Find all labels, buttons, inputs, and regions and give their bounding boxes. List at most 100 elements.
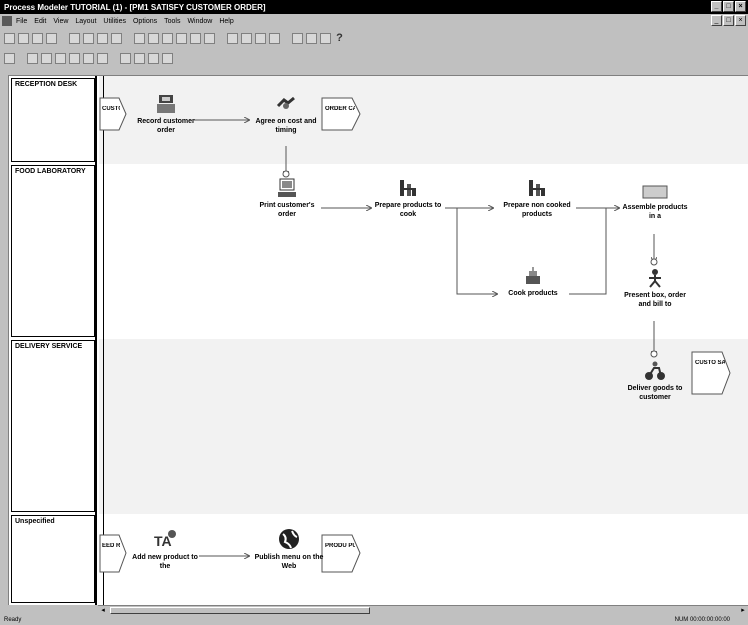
lab-icon bbox=[400, 180, 416, 196]
find-icon[interactable] bbox=[162, 32, 173, 44]
menu-layout[interactable]: Layout bbox=[75, 18, 96, 25]
box-tool-icon[interactable] bbox=[41, 52, 52, 64]
distribute-icon[interactable] bbox=[241, 32, 252, 44]
fill-icon[interactable] bbox=[320, 32, 331, 44]
doc-close-button[interactable]: × bbox=[735, 15, 746, 26]
note-tool-icon[interactable] bbox=[162, 52, 173, 64]
junction-tool-icon[interactable] bbox=[120, 52, 131, 64]
activity-cook[interactable]: Cook products bbox=[497, 266, 569, 298]
scroll-left-icon[interactable]: ◂ bbox=[98, 606, 108, 615]
flow-customer-in[interactable]: CUSTO DAKS KED bbox=[99, 94, 127, 134]
arrow-tool-icon[interactable] bbox=[69, 52, 80, 64]
horizontal-scrollbar[interactable]: ◂ ▸ bbox=[98, 605, 748, 615]
menu-options[interactable]: Options bbox=[133, 18, 157, 25]
menu-tools[interactable]: Tools bbox=[164, 18, 180, 25]
print-icon[interactable] bbox=[46, 32, 57, 44]
branch-tool-icon[interactable] bbox=[97, 52, 108, 64]
undo-icon[interactable] bbox=[69, 32, 80, 44]
scroll-right-icon[interactable]: ▸ bbox=[738, 606, 748, 615]
menu-file[interactable]: File bbox=[16, 18, 27, 25]
model-icon[interactable] bbox=[190, 32, 201, 44]
view-icon[interactable] bbox=[204, 32, 215, 44]
zoom-out-icon[interactable] bbox=[148, 32, 159, 44]
open-icon[interactable] bbox=[18, 32, 29, 44]
connector-prepare-cook bbox=[456, 208, 497, 294]
pointer-icon[interactable] bbox=[4, 52, 15, 64]
flow-label: PRODU PUBLIC bbox=[325, 543, 355, 549]
courier-icon bbox=[649, 269, 661, 288]
swimlane-tool-icon[interactable] bbox=[148, 52, 159, 64]
flow-order-cancel[interactable]: ORDER CANCEL bbox=[321, 94, 361, 134]
activity-label: Add new product to the bbox=[132, 554, 198, 570]
activity-prepare-cook[interactable]: Prepare products to cook bbox=[373, 178, 443, 219]
delivery-scooter-icon bbox=[645, 361, 665, 380]
paste-icon[interactable] bbox=[111, 32, 122, 44]
align-icon[interactable] bbox=[227, 32, 238, 44]
grid-icon[interactable] bbox=[255, 32, 266, 44]
activity-label: Prepare non cooked products bbox=[503, 202, 571, 218]
properties-icon[interactable] bbox=[176, 32, 187, 44]
activity-assemble[interactable]: Assemble products in a bbox=[621, 184, 689, 221]
flow-customer-satisfied[interactable]: CUSTO SATISF WITH bbox=[691, 348, 731, 398]
maximize-button[interactable]: □ bbox=[723, 1, 734, 12]
text-tool-icon[interactable] bbox=[134, 52, 145, 64]
process-modeler-window: Process Modeler TUTORIAL (1) - [PM1 SATI… bbox=[0, 0, 748, 625]
activity-label: Cook products bbox=[508, 290, 558, 297]
flow-arrow-shape bbox=[321, 534, 361, 573]
flow-need-in[interactable]: EED RI PME bbox=[99, 531, 127, 576]
line-style-icon[interactable] bbox=[292, 32, 303, 44]
cut-icon[interactable] bbox=[83, 32, 94, 44]
activity-prepare-non-cooked[interactable]: Prepare non cooked products bbox=[497, 178, 577, 219]
activity-label: Present box, order and bill to bbox=[624, 292, 686, 308]
activity-publish-menu[interactable]: Publish menu on the Web bbox=[253, 528, 325, 571]
box-icon bbox=[642, 185, 668, 199]
activity-agree-cost[interactable]: Agree on cost and timing bbox=[253, 94, 319, 135]
handshake-icon bbox=[276, 96, 295, 109]
activity-label: Assemble products in a bbox=[622, 204, 688, 220]
doc-restore-button[interactable]: □ bbox=[723, 15, 734, 26]
link-tool-icon[interactable] bbox=[83, 52, 94, 64]
doc-minimize-button[interactable]: _ bbox=[711, 15, 722, 26]
activity-print-order[interactable]: Print customer's order bbox=[253, 178, 321, 219]
activity-present-box[interactable]: Present box, order and bill to bbox=[617, 268, 693, 309]
status-info: NUM 00:00:00:00:00 bbox=[674, 617, 730, 623]
computer-icon bbox=[278, 178, 296, 197]
zoom-in-icon[interactable] bbox=[134, 32, 145, 44]
title-bar: Process Modeler TUTORIAL (1) - [PM1 SATI… bbox=[0, 0, 748, 14]
activity-label: Print customer's order bbox=[259, 202, 315, 218]
new-icon[interactable] bbox=[4, 32, 15, 44]
junction-dot bbox=[650, 350, 658, 358]
menu-edit[interactable]: Edit bbox=[34, 18, 46, 25]
flow-arrow-shape bbox=[691, 351, 731, 395]
menu-window[interactable]: Window bbox=[187, 18, 212, 25]
menu-help[interactable]: Help bbox=[219, 18, 233, 25]
rect-tool-icon[interactable] bbox=[55, 52, 66, 64]
activity-record-order[interactable]: Record customer order bbox=[133, 94, 199, 135]
activity-tool-icon[interactable] bbox=[27, 52, 38, 64]
activity-label: Record customer order bbox=[137, 118, 195, 134]
activity-label: Agree on cost and timing bbox=[255, 118, 317, 134]
cooking-icon bbox=[526, 267, 540, 284]
activity-add-product[interactable]: TA Add new product to the bbox=[129, 528, 201, 571]
flow-arrow-shape bbox=[99, 534, 127, 573]
minimize-button[interactable]: _ bbox=[711, 1, 722, 12]
flow-product-public[interactable]: PRODU PUBLIC bbox=[321, 531, 361, 576]
copy-icon[interactable] bbox=[97, 32, 108, 44]
activity-deliver[interactable]: Deliver goods to customer bbox=[617, 361, 693, 402]
flow-label: ORDER CANCEL bbox=[325, 106, 355, 112]
standard-toolbar: ? bbox=[0, 29, 748, 47]
document-icon[interactable] bbox=[2, 16, 12, 26]
scrollbar-thumb[interactable] bbox=[110, 607, 370, 614]
status-bar: Ready NUM 00:00:00:00:00 bbox=[0, 615, 748, 625]
flow-arrow-shape bbox=[321, 97, 361, 131]
color-icon[interactable] bbox=[306, 32, 317, 44]
menu-view[interactable]: View bbox=[53, 18, 68, 25]
menu-utilities[interactable]: Utilities bbox=[103, 18, 126, 25]
activity-label: Prepare products to cook bbox=[374, 202, 442, 218]
save-icon[interactable] bbox=[32, 32, 43, 44]
layout-icon[interactable] bbox=[269, 32, 280, 44]
help-icon[interactable]: ? bbox=[334, 32, 345, 44]
diagram-canvas[interactable]: RECEPTION DESK FOOD LABORATORY DELIVERY … bbox=[8, 75, 748, 605]
close-button[interactable]: × bbox=[735, 1, 746, 12]
window-title: Process Modeler TUTORIAL (1) - [PM1 SATI… bbox=[4, 2, 266, 12]
